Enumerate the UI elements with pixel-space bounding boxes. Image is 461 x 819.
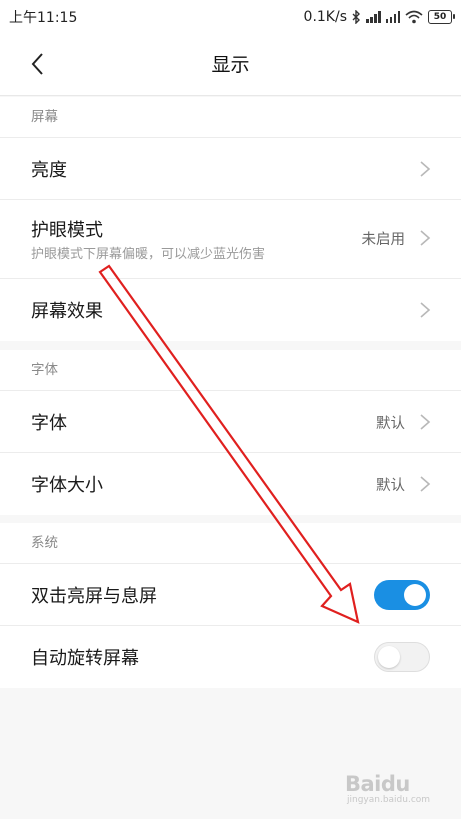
signal-icon: [366, 11, 381, 23]
chevron-right-icon: [420, 302, 431, 318]
toggle-knob: [404, 584, 426, 606]
row-value: 默认: [376, 416, 405, 432]
status-icons: 0.1K/s 50: [303, 9, 455, 25]
wifi-icon: [405, 10, 423, 24]
watermark-url: jingyan.baidu.com: [347, 795, 431, 805]
row-label: 双击亮屏与息屏: [31, 586, 157, 607]
row-label: 字体大小: [31, 475, 103, 496]
section-header: 系统: [0, 523, 461, 564]
baidu-watermark: Baidu jingyan.baidu.com: [345, 768, 450, 806]
watermark-logo: Baidu: [345, 772, 410, 796]
double-tap-toggle[interactable]: [374, 580, 430, 610]
row-label: 亮度: [31, 160, 67, 181]
auto-rotate-toggle[interactable]: [374, 642, 430, 672]
row-label: 字体: [31, 413, 67, 434]
chevron-right-icon: [420, 230, 431, 246]
section-screen: 屏幕 亮度 护眼模式 护眼模式下屏幕偏暖，可以减少蓝光伤害 未启用 屏幕效果: [0, 97, 461, 341]
row-font[interactable]: 字体 默认: [0, 391, 461, 453]
signal-icon-2: [385, 11, 400, 23]
row-double-tap-wake[interactable]: 双击亮屏与息屏: [0, 564, 461, 626]
network-speed: 0.1K/s: [303, 9, 347, 25]
row-label: 自动旋转屏幕: [31, 648, 139, 669]
battery-icon: 50: [428, 10, 455, 24]
row-label: 护眼模式: [31, 220, 103, 241]
toggle-knob: [378, 646, 400, 668]
status-bar: 上午11:15 0.1K/s 50: [0, 0, 461, 34]
row-value: 未启用: [361, 232, 406, 248]
section-header: 屏幕: [0, 97, 461, 138]
row-value: 默认: [376, 478, 405, 494]
title-bar: 显示: [0, 34, 461, 96]
row-label: 屏幕效果: [31, 301, 103, 322]
bluetooth-icon: [352, 10, 360, 24]
status-time: 上午11:15: [9, 10, 78, 26]
row-screen-effect[interactable]: 屏幕效果: [0, 279, 461, 341]
page-title: 显示: [211, 54, 250, 76]
section-font: 字体 字体 默认 字体大小 默认: [0, 350, 461, 515]
row-brightness[interactable]: 亮度: [0, 138, 461, 200]
chevron-right-icon: [420, 161, 431, 177]
row-auto-rotate[interactable]: 自动旋转屏幕: [0, 626, 461, 688]
row-font-size[interactable]: 字体大小 默认: [0, 453, 461, 515]
section-header: 字体: [0, 350, 461, 391]
row-eye-protection[interactable]: 护眼模式 护眼模式下屏幕偏暖，可以减少蓝光伤害 未启用: [0, 200, 461, 279]
row-description: 护眼模式下屏幕偏暖，可以减少蓝光伤害: [31, 247, 266, 262]
chevron-right-icon: [420, 414, 431, 430]
section-system: 系统 双击亮屏与息屏 自动旋转屏幕: [0, 523, 461, 688]
chevron-right-icon: [420, 476, 431, 492]
